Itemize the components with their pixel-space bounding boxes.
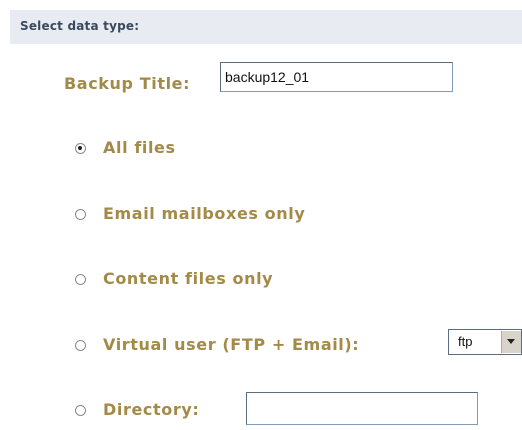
backup-title-input[interactable] (220, 62, 453, 92)
virtual-user-label: Virtual user (FTP + Email): (103, 335, 360, 354)
virtual-user-radio[interactable] (75, 340, 86, 351)
chevron-down-icon[interactable] (501, 331, 521, 353)
all-files-radio[interactable] (75, 143, 86, 154)
backup-title-label: Backup Title: (64, 74, 191, 93)
content-files-label: Content files only (103, 269, 274, 288)
directory-label: Directory: (103, 400, 200, 419)
directory-input[interactable] (246, 392, 478, 425)
all-files-label: All files (103, 138, 176, 157)
email-mailboxes-radio[interactable] (75, 209, 86, 220)
directory-radio[interactable] (75, 405, 86, 416)
section-header: Select data type: (10, 10, 522, 44)
section-title: Select data type: (20, 19, 140, 33)
virtual-user-select[interactable]: ftp (448, 329, 522, 355)
content-files-radio[interactable] (75, 274, 86, 285)
email-mailboxes-label: Email mailboxes only (103, 204, 306, 223)
virtual-user-select-value: ftp (458, 334, 473, 349)
